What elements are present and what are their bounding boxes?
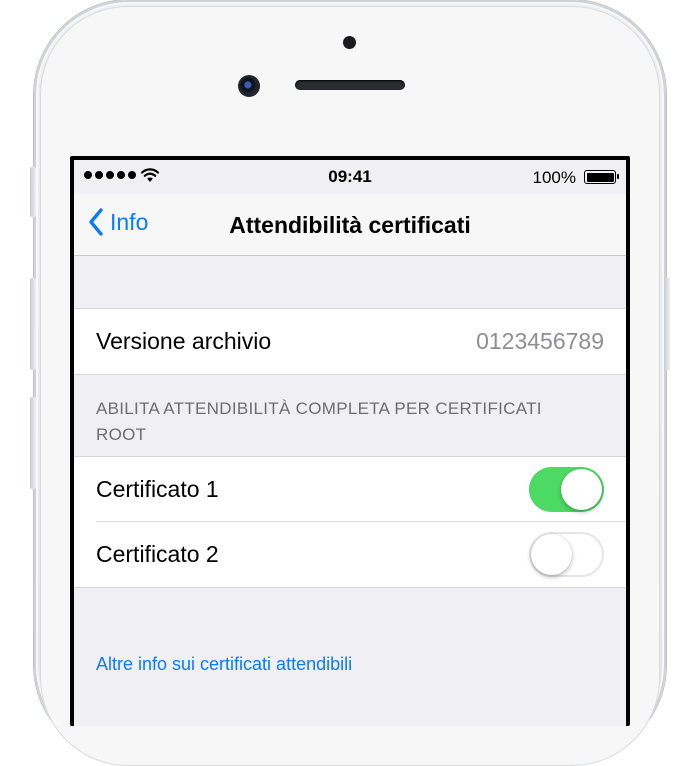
- front-camera: [238, 75, 260, 97]
- proximity-sensor: [343, 36, 356, 49]
- certificate-1-toggle[interactable]: [529, 467, 604, 512]
- trusted-certificates-info-link[interactable]: Altre info sui certificati attendibili: [96, 654, 352, 675]
- page-title: Attendibilità certificati: [229, 212, 471, 238]
- archive-version-label: Versione archivio: [96, 328, 272, 354]
- toggle-knob: [561, 469, 602, 510]
- earpiece-speaker: [295, 80, 405, 90]
- certificate-1-label: Certificato 1: [96, 476, 219, 502]
- navigation-bar: Info Attendibilità certificati: [74, 194, 626, 256]
- status-bar: 09:41 100%: [74, 160, 626, 194]
- battery-percent: 100%: [532, 168, 576, 187]
- volume-up-button: [30, 278, 36, 370]
- display: 09:41 100% Info Attendibilità certificat…: [74, 160, 626, 726]
- mute-switch: [30, 167, 36, 217]
- certificate-row-1: Certificato 1: [74, 457, 626, 522]
- battery-full-icon: [584, 170, 619, 184]
- power-button: [664, 278, 670, 370]
- toggle-knob: [531, 534, 572, 575]
- archive-group: Versione archivio 0123456789: [74, 308, 626, 375]
- archive-version-value: 0123456789: [476, 328, 604, 354]
- archive-version-row: Versione archivio 0123456789: [74, 309, 626, 374]
- certificates-group: Certificato 1 Certificato 2: [74, 456, 626, 588]
- screen: 09:41 100% Info Attendibilità certificat…: [70, 156, 630, 726]
- certificate-row-2: Certificato 2: [74, 522, 626, 587]
- certificate-2-toggle[interactable]: [529, 532, 604, 577]
- certificate-2-label: Certificato 2: [96, 541, 219, 567]
- volume-down-button: [30, 397, 36, 489]
- section-header: ABILITA ATTENDIBILITÀ COMPLETA PER CERTI…: [96, 399, 542, 444]
